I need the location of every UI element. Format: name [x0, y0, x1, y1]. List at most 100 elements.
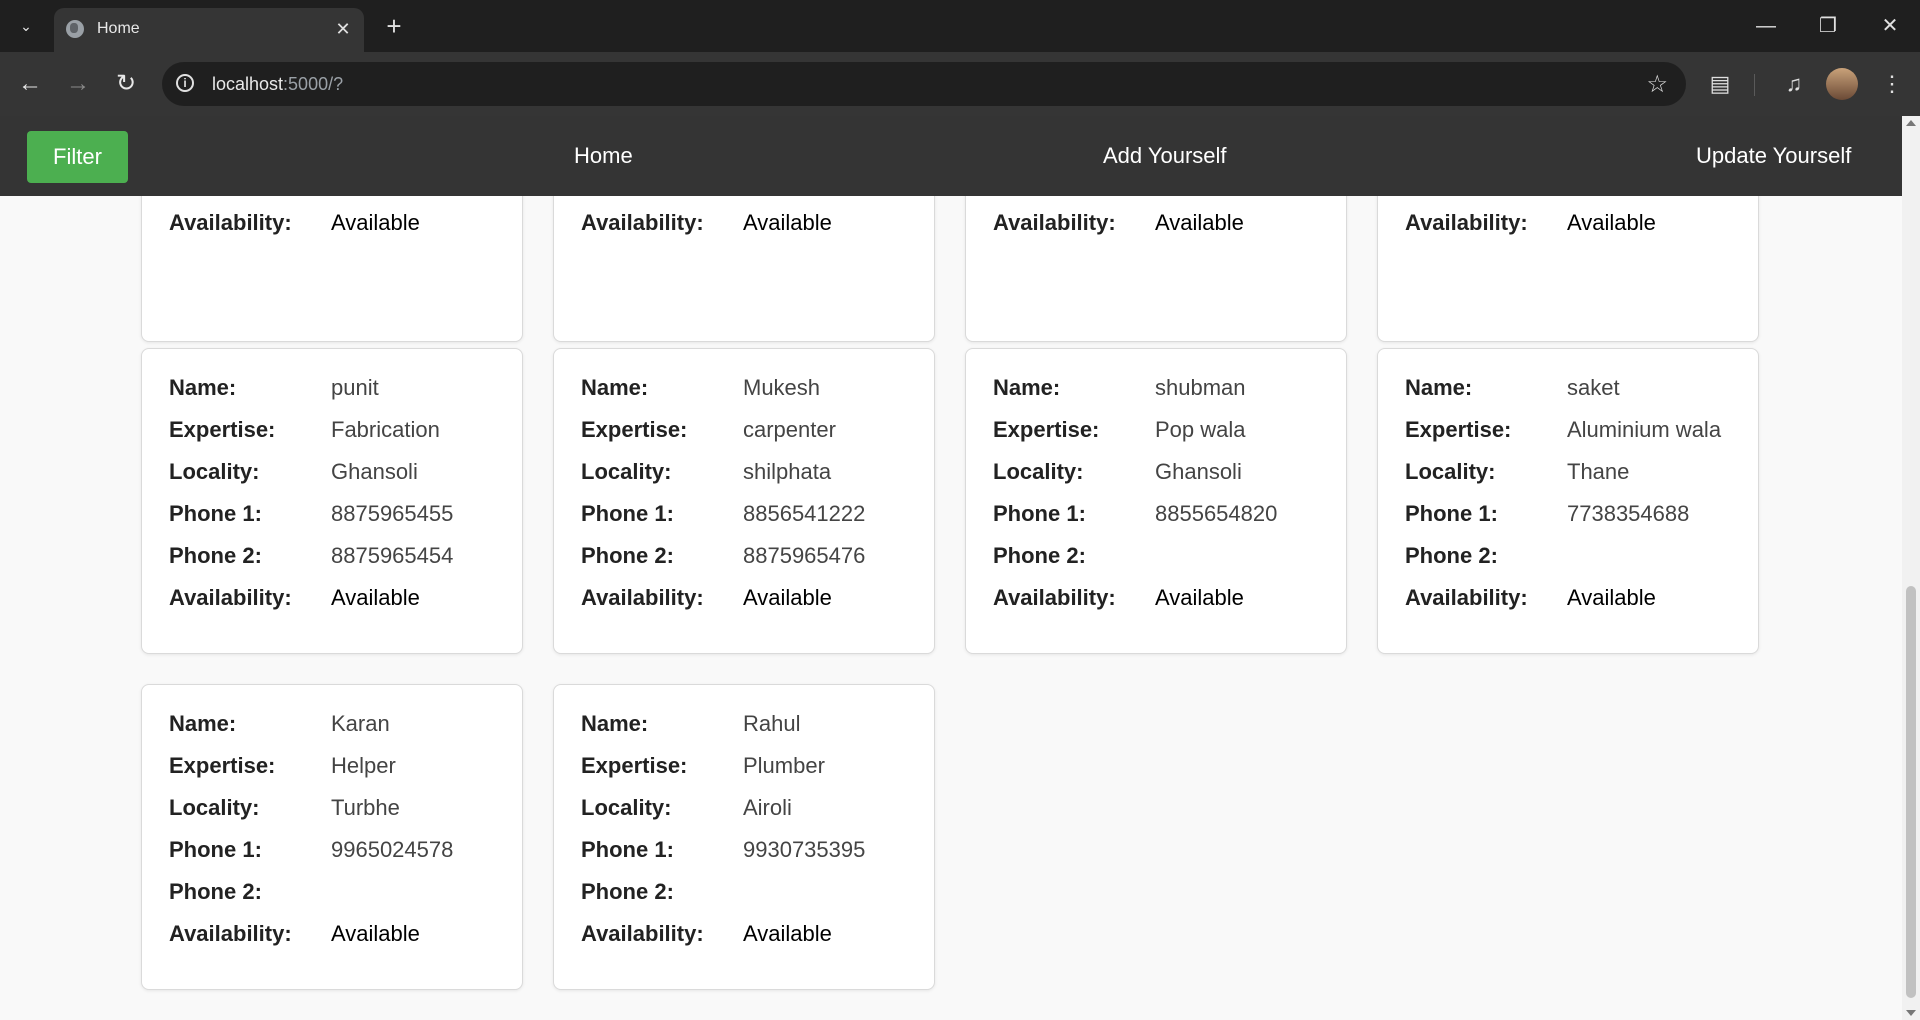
expertise-value: Fabrication [331, 417, 440, 442]
page-content: Filter Home Add Yourself Update Yourself… [0, 116, 1902, 1020]
back-icon[interactable]: ← [14, 68, 46, 100]
locality-label: Locality: [581, 459, 672, 484]
phone1-value: 8856541222 [743, 501, 866, 526]
availability-value: Available [1155, 210, 1244, 235]
expertise-value: Helper [331, 753, 396, 778]
phone1-label: Phone 1: [1405, 501, 1498, 526]
toolbar-divider [1754, 74, 1755, 96]
filter-button[interactable]: Filter [27, 131, 128, 183]
tab-search-icon[interactable]: ⌄ [12, 14, 40, 38]
availability-value: Available [331, 210, 420, 235]
worker-card: Name: Mukesh Expertise: carpenter Locality… [553, 348, 935, 654]
name-label: Name: [169, 711, 237, 736]
worker-card: Name: Rahul Expertise: Plumber Locality: Ai… [553, 684, 935, 990]
phone1-label: Phone 1: [581, 837, 674, 862]
availability-label: Availability: [1405, 210, 1528, 235]
nav-home-link[interactable]: Home [574, 116, 633, 196]
availability-value: Available [331, 921, 420, 946]
locality-value: Ghansoli [1155, 459, 1242, 484]
new-tab-icon[interactable]: + [381, 12, 407, 40]
phone2-label: Phone 2: [993, 543, 1086, 568]
expertise-value: Aluminium wala [1567, 417, 1722, 442]
phone2-label: Phone 2: [581, 879, 674, 904]
availability-value: Available [743, 585, 832, 610]
name-label: Name: [581, 375, 649, 400]
expertise-label: Expertise: [581, 417, 688, 442]
worker-card: Name: punit Expertise: Fabrication Localit… [141, 348, 523, 654]
availability-label: Availability: [1405, 585, 1528, 610]
more-menu-icon[interactable]: ⋮ [1876, 68, 1908, 100]
locality-label: Locality: [581, 795, 672, 820]
profile-avatar[interactable] [1826, 68, 1858, 100]
nav-add-yourself-link[interactable]: Add Yourself [1103, 116, 1227, 196]
name-value: saket [1567, 375, 1620, 400]
name-value: shubman [1155, 375, 1246, 400]
expertise-value: Pop wala [1155, 417, 1246, 442]
availability-label: Availability: [581, 585, 704, 610]
close-window-icon[interactable]: ✕ [1870, 12, 1910, 40]
expertise-label: Expertise: [169, 753, 276, 778]
availability-value: Available [743, 210, 832, 235]
close-tab-icon[interactable]: ✕ [332, 18, 354, 40]
locality-label: Locality: [169, 795, 260, 820]
locality-value: shilphata [743, 459, 832, 484]
worker-card: Name: saket Expertise: Aluminium wala Loca… [1377, 348, 1759, 654]
restore-icon[interactable]: ❐ [1808, 12, 1848, 40]
name-label: Name: [993, 375, 1061, 400]
phone1-value: 7738354688 [1567, 501, 1690, 526]
locality-value: Airoli [743, 795, 792, 820]
address-bar[interactable]: i localhost:5000/? ☆ [162, 62, 1686, 106]
worker-card: Name: Karan Expertise: Helper Locality: Tur… [141, 684, 523, 990]
phone1-label: Phone 1: [169, 837, 262, 862]
media-controls-icon[interactable]: ♫ [1778, 68, 1810, 100]
availability-label: Availability: [581, 921, 704, 946]
phone2-label: Phone 2: [169, 879, 262, 904]
availability-value: Available [1567, 585, 1656, 610]
scrollbar-thumb[interactable] [1906, 586, 1916, 998]
locality-label: Locality: [993, 459, 1084, 484]
expertise-label: Expertise: [169, 417, 276, 442]
page-scrollbar[interactable] [1902, 116, 1920, 1020]
worker-card: Name: shubman Expertise: Pop wala Locality… [965, 348, 1347, 654]
extensions-icon[interactable]: ▤ [1704, 68, 1736, 100]
availability-value: Available [1567, 210, 1656, 235]
phone1-value: 8855654820 [1155, 501, 1278, 526]
availability-value: Available [1155, 585, 1244, 610]
minimize-icon[interactable]: — [1746, 12, 1786, 40]
phone1-label: Phone 1: [169, 501, 262, 526]
name-label: Name: [1405, 375, 1473, 400]
scroll-down-arrow-icon[interactable] [1906, 1010, 1916, 1016]
expertise-label: Expertise: [993, 417, 1100, 442]
name-label: Name: [169, 375, 237, 400]
expertise-value: Plumber [743, 753, 825, 778]
expertise-label: Expertise: [1405, 417, 1512, 442]
locality-value: Turbhe [331, 795, 400, 820]
phone2-label: Phone 2: [581, 543, 674, 568]
forward-icon[interactable]: → [62, 68, 94, 100]
phone1-label: Phone 1: [581, 501, 674, 526]
expertise-value: carpenter [743, 417, 836, 442]
name-value: Rahul [743, 711, 801, 736]
locality-value: Ghansoli [331, 459, 418, 484]
phone1-value: 9930735395 [743, 837, 866, 862]
phone1-value: 9965024578 [331, 837, 454, 862]
browser-tab[interactable]: Home ✕ [54, 8, 364, 52]
scroll-up-arrow-icon[interactable] [1906, 120, 1916, 126]
url-text[interactable]: localhost:5000/? [212, 74, 343, 95]
site-info-icon[interactable]: i [176, 74, 194, 92]
phone2-value: 8875965454 [331, 543, 454, 568]
availability-value: Available [743, 921, 832, 946]
nav-update-yourself-link[interactable]: Update Yourself [1696, 116, 1851, 196]
availability-label: Availability: [169, 210, 292, 235]
availability-label: Availability: [169, 585, 292, 610]
globe-icon [66, 20, 84, 38]
reload-icon[interactable]: ↻ [110, 68, 142, 100]
bookmark-star-icon[interactable]: ☆ [1646, 70, 1668, 99]
browser-tab-bar: ⌄ Home ✕ + — ❐ ✕ [0, 0, 1920, 52]
availability-label: Availability: [993, 210, 1116, 235]
site-header: Filter Home Add Yourself Update Yourself [0, 116, 1902, 196]
phone2-label: Phone 2: [169, 543, 262, 568]
availability-value: Available [331, 585, 420, 610]
name-value: Karan [331, 711, 390, 736]
name-value: Mukesh [743, 375, 821, 400]
